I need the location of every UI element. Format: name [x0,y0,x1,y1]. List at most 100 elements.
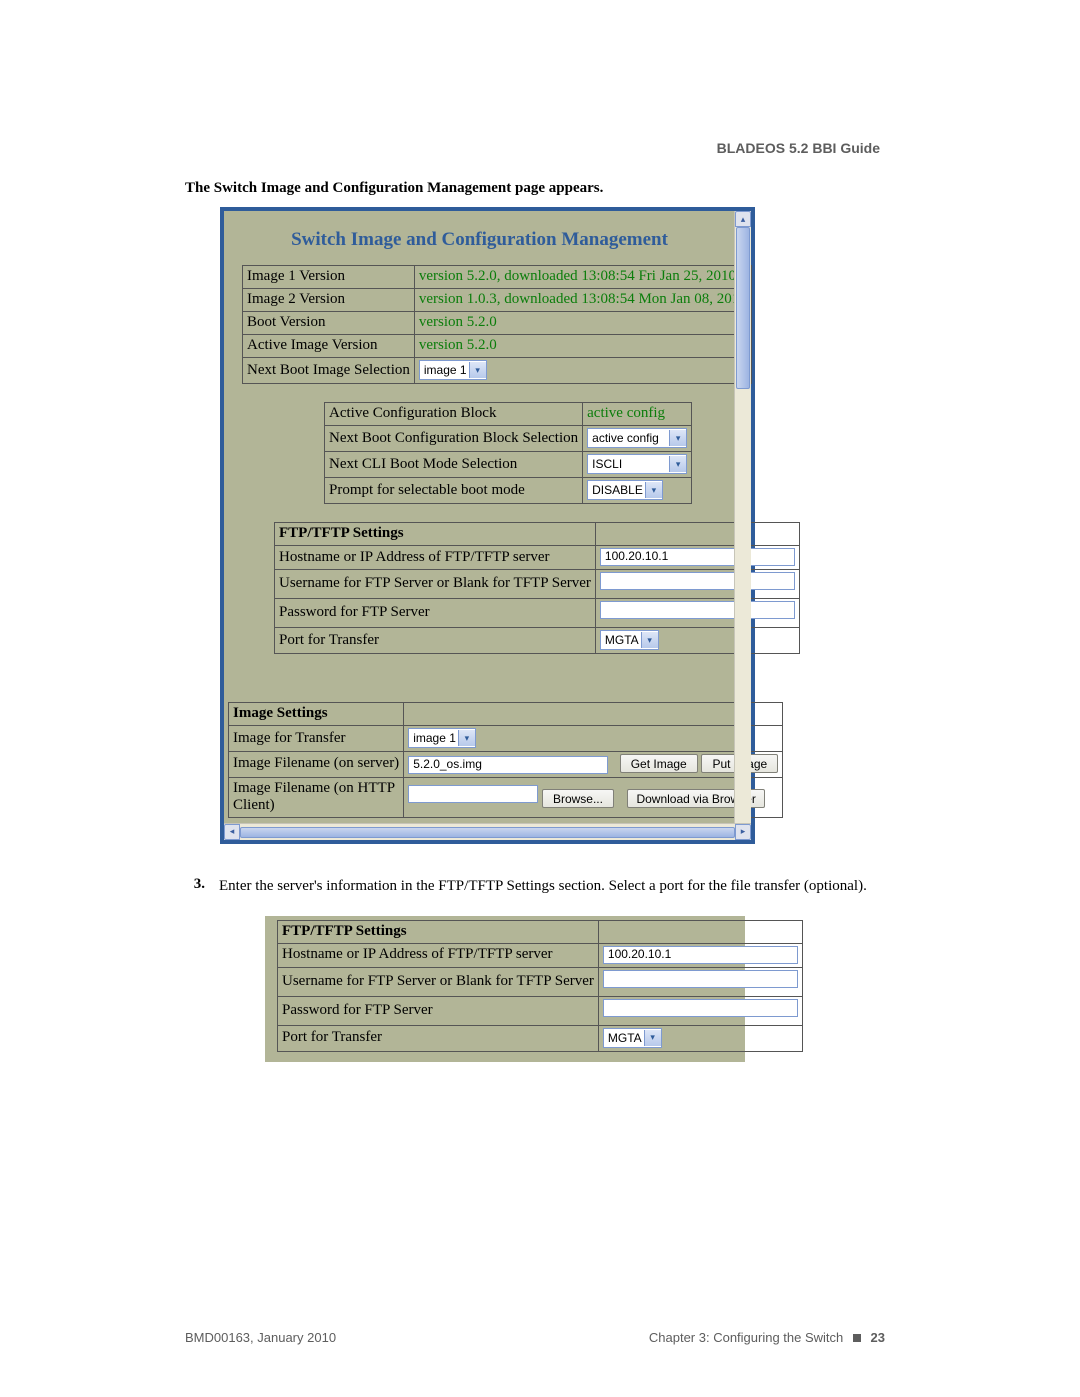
dropdown-value: ISCLI [592,457,667,471]
footer-chapter: Chapter 3: Configuring the Switch [649,1330,843,1345]
chevron-down-icon[interactable]: ▾ [645,482,662,498]
cell-control [598,967,802,996]
cell-control: 100.20.10.1 [595,546,799,570]
empty-cell [598,920,802,943]
image-settings-table: Image Settings Image for Transfer image … [228,702,783,818]
screenshot-panel: ▴ ▾ ◂ ▸ Switch Image and Configuration M… [220,207,755,844]
table-row: Username for FTP Server or Blank for TFT… [275,570,800,599]
cell-control: ISCLI ▾ [583,452,692,478]
cell-control: image 1 ▾ [404,726,783,752]
cell-label: Next Boot Image Selection [243,358,415,384]
table-row: Active Image Version version 5.2.0 [243,335,752,358]
next-boot-config-dropdown[interactable]: active config ▾ [587,428,687,448]
scrollbar-track[interactable] [240,827,735,838]
table-row: FTP/TFTP Settings [275,523,800,546]
cell-label: Image for Transfer [229,726,404,752]
table-row: Password for FTP Server [275,599,800,628]
horizontal-scrollbar[interactable]: ◂ ▸ [224,823,751,840]
chevron-down-icon[interactable]: ▾ [644,1030,661,1046]
footer-right: Chapter 3: Configuring the Switch 23 [649,1330,885,1345]
chevron-down-icon[interactable]: ▾ [469,362,486,378]
ftp-hostname-input[interactable]: 100.20.10.1 [603,946,798,964]
image-settings-header: Image Settings [229,703,404,726]
cell-control [595,570,799,599]
dropdown-value: DISABLE [592,483,643,497]
image-transfer-dropdown[interactable]: image 1 ▾ [408,728,476,748]
browse-button[interactable]: Browse... [542,789,614,808]
cell-control: 5.2.0_os.img Get Image Put Image [404,752,783,778]
get-image-button[interactable]: Get Image [620,754,698,773]
scroll-left-icon[interactable]: ◂ [224,824,240,840]
cell-label: Active Configuration Block [325,403,583,426]
cell-label: Image Filename (on HTTP Client) [229,777,404,817]
cli-boot-mode-dropdown[interactable]: ISCLI ▾ [587,454,687,474]
ftp-port-dropdown[interactable]: MGTA ▾ [600,630,659,650]
chevron-down-icon[interactable]: ▾ [641,632,658,648]
cell-label: Image 1 Version [243,266,415,289]
ftp-password-input[interactable] [600,601,795,619]
cell-label: Next CLI Boot Mode Selection [325,452,583,478]
cell-value: version 5.2.0 [414,312,751,335]
cell-value: version 5.2.0, downloaded 13:08:54 Fri J… [414,266,751,289]
step-text: Enter the server's information in the FT… [219,876,885,896]
dropdown-value: image 1 [424,363,467,377]
ftp-username-input[interactable] [600,572,795,590]
table-row: Prompt for selectable boot mode DISABLE … [325,478,692,504]
scroll-up-icon[interactable]: ▴ [735,211,751,227]
dropdown-value: image 1 [413,731,456,745]
panel-title: Switch Image and Configuration Managemen… [224,211,735,265]
cell-control: 100.20.10.1 [598,943,802,967]
table-row: Image Filename (on HTTP Client) Browse..… [229,777,783,817]
table-row: Image 1 Version version 5.2.0, downloade… [243,266,752,289]
cell-control: Browse... Download via Browser [404,777,783,817]
table-row: Password for FTP Server [278,996,803,1025]
cell-label: Username for FTP Server or Blank for TFT… [275,570,596,599]
dropdown-value: MGTA [608,1031,642,1045]
cell-label: Port for Transfer [275,628,596,654]
empty-cell [595,523,799,546]
table-row: Image for Transfer image 1 ▾ [229,726,783,752]
ftp-password-input[interactable] [603,999,798,1017]
cell-label: Port for Transfer [278,1025,599,1051]
cell-label: Hostname or IP Address of FTP/TFTP serve… [275,546,596,570]
table-row: Image Filename (on server) 5.2.0_os.img … [229,752,783,778]
ftp-username-input[interactable] [603,970,798,988]
scroll-right-icon[interactable]: ▸ [735,824,751,840]
cell-control: MGTA ▾ [598,1025,802,1051]
next-boot-image-dropdown[interactable]: image 1 ▾ [419,360,487,380]
chevron-down-icon[interactable]: ▾ [669,430,686,446]
table-row: Boot Version version 5.2.0 [243,312,752,335]
step-number: 3. [185,876,205,896]
numbered-step: 3. Enter the server's information in the… [185,876,885,896]
table-row: Active Configuration Block active config [325,403,692,426]
image-filename-input[interactable]: 5.2.0_os.img [408,756,608,774]
cell-value: version 1.0.3, downloaded 13:08:54 Mon J… [414,289,751,312]
vertical-scrollbar[interactable]: ▴ ▾ [734,211,751,840]
cell-control [598,996,802,1025]
http-filename-input[interactable] [408,785,538,803]
table-row: Next CLI Boot Mode Selection ISCLI ▾ [325,452,692,478]
ftp-hostname-input[interactable]: 100.20.10.1 [600,548,795,566]
document-header: BLADEOS 5.2 BBI Guide [717,140,880,156]
table-row: Next Boot Image Selection image 1 ▾ [243,358,752,384]
table-row: Image 2 Version version 1.0.3, downloade… [243,289,752,312]
chevron-down-icon[interactable]: ▾ [458,730,475,746]
footer-left: BMD00163, January 2010 [185,1330,336,1345]
dropdown-value: active config [592,431,667,445]
cell-label: Boot Version [243,312,415,335]
config-block-table: Active Configuration Block active config… [324,402,692,504]
scrollbar-thumb[interactable] [736,227,750,389]
image-version-table: Image 1 Version version 5.2.0, downloade… [242,265,752,384]
prompt-boot-mode-dropdown[interactable]: DISABLE ▾ [587,480,663,500]
cell-value: version 5.2.0 [414,335,751,358]
cell-label: Active Image Version [243,335,415,358]
ftp-header: FTP/TFTP Settings [278,920,599,943]
cell-control: image 1 ▾ [414,358,751,384]
ftp-port-dropdown[interactable]: MGTA ▾ [603,1028,662,1048]
page-number: 23 [871,1330,885,1345]
empty-cell [404,703,783,726]
cell-label: Image Filename (on server) [229,752,404,778]
chevron-down-icon[interactable]: ▾ [669,456,686,472]
page-footer: BMD00163, January 2010 Chapter 3: Config… [185,1330,885,1345]
cell-control [595,599,799,628]
